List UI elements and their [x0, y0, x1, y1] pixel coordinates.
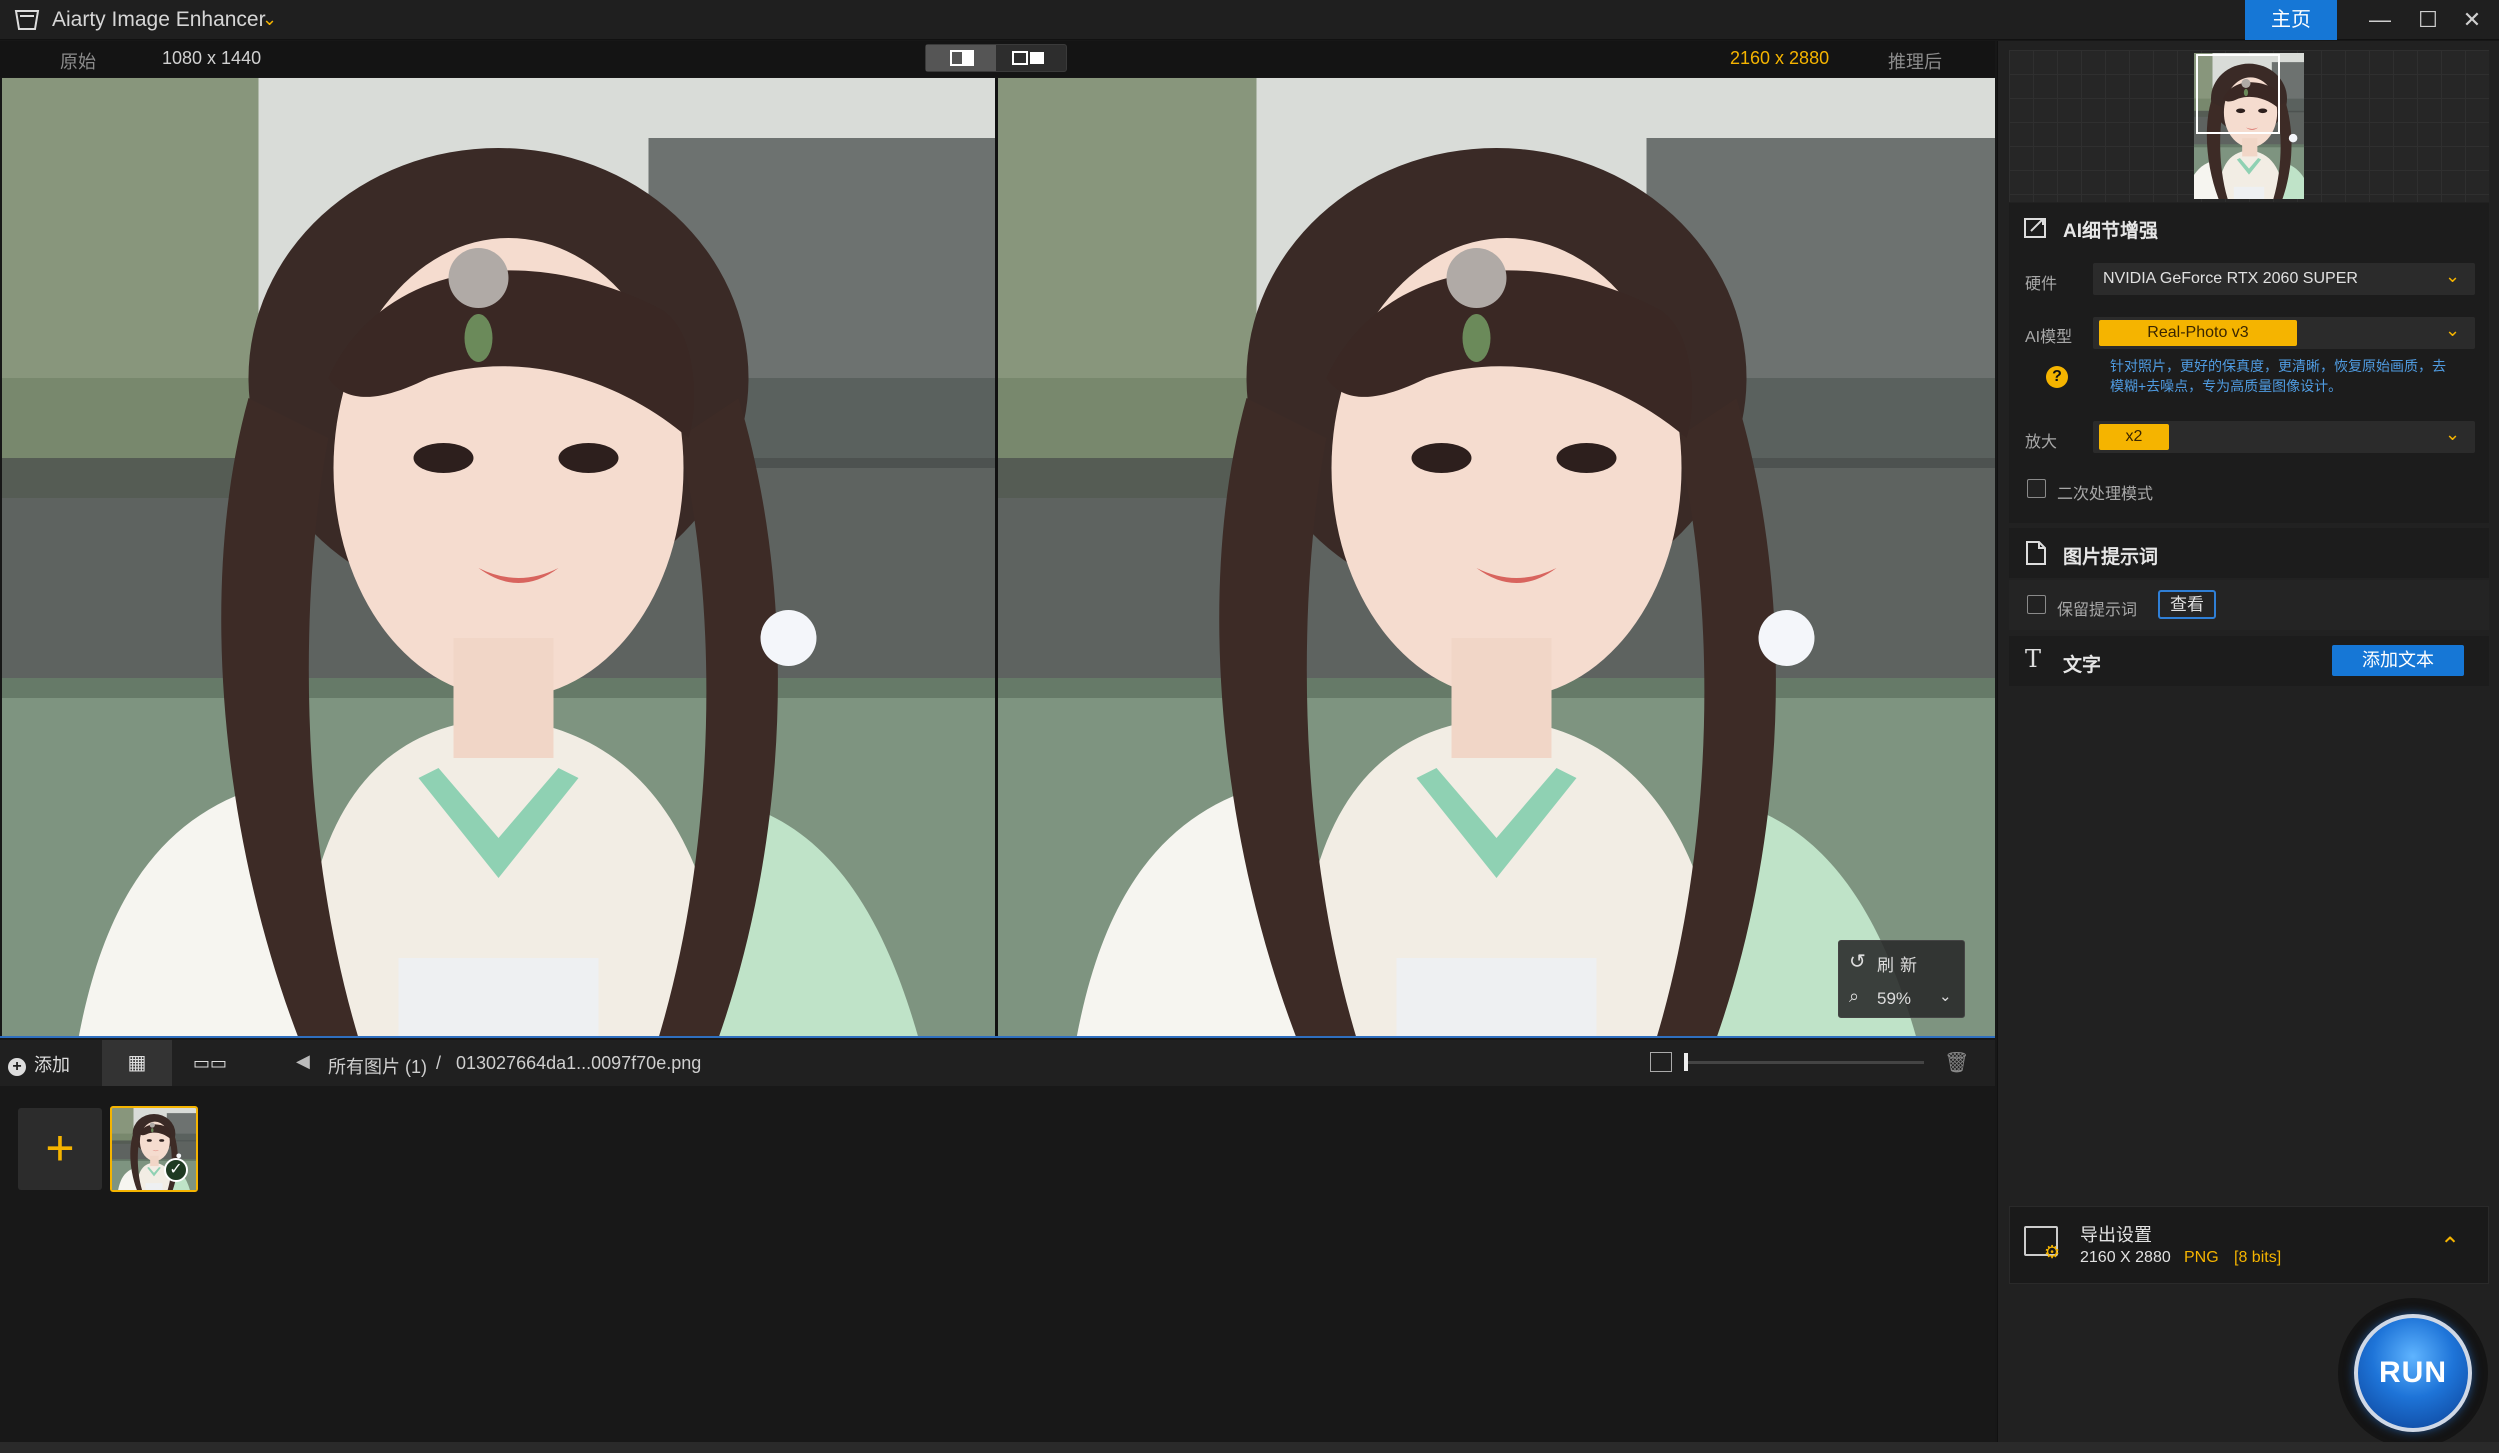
document-icon	[2026, 541, 2046, 565]
chevron-down-icon[interactable]: ⌄	[1939, 987, 1952, 1005]
scale-label: 放大	[2025, 434, 2058, 451]
model-value: Real-Photo v3	[2099, 320, 2297, 346]
thumbnail-size-handle[interactable]	[1684, 1053, 1688, 1071]
breadcrumb-file: 013027664da1...0097f70e.png	[456, 1053, 702, 1073]
original-image[interactable]	[2, 78, 995, 1038]
add-label: 添加	[34, 1055, 70, 1075]
plus-icon: +	[45, 1120, 75, 1176]
keep-prompt-checkbox[interactable]	[2027, 595, 2046, 614]
view-prompt-button[interactable]: 查看	[2158, 590, 2216, 619]
image-thumbnail[interactable]	[110, 1106, 198, 1192]
zoom-control: ↺ 刷新 ⌕ 59% ⌄	[1838, 940, 1965, 1018]
result-label: 推理后	[1888, 52, 1942, 72]
export-title: 导出设置	[2080, 1225, 2152, 1245]
refresh-icon[interactable]: ↺	[1849, 949, 1866, 974]
model-dropdown[interactable]: Real-Photo v3 ⌄	[2093, 317, 2475, 349]
keep-prompt-label: 保留提示词	[2057, 602, 2138, 619]
prompt-section-title: 图片提示词	[2063, 547, 2159, 568]
minimize-button[interactable]: —	[2356, 4, 2404, 36]
breadcrumb-all-images[interactable]: 所有图片 (1)	[328, 1053, 427, 1079]
enhance-icon	[2024, 218, 2046, 238]
title-bar	[0, 0, 2499, 40]
expand-up-icon[interactable]: ⌃	[2440, 1232, 2460, 1261]
help-icon[interactable]: ?	[2046, 366, 2068, 388]
add-button[interactable]: + 添加	[8, 1051, 70, 1077]
thumbnail-size-slider[interactable]	[1684, 1061, 1924, 1064]
text-section-title: 文字	[2063, 655, 2102, 676]
breadcrumb-separator: /	[436, 1053, 442, 1073]
window-bottom-edge	[0, 1442, 2499, 1453]
export-format: PNG	[2184, 1249, 2219, 1266]
result-photo	[998, 78, 1995, 1038]
export-size: 2160 X 2880	[2080, 1249, 2171, 1266]
result-image[interactable]	[998, 78, 1995, 1038]
image-size-icon	[1650, 1052, 1672, 1072]
refresh-button[interactable]: 刷新	[1877, 951, 1923, 976]
single-view-button[interactable]	[926, 45, 996, 71]
check-icon: ✓	[164, 1158, 188, 1182]
app-logo-icon	[14, 10, 40, 30]
app-title: Aiarty Image Enhancer	[52, 8, 266, 31]
split-view-button[interactable]	[996, 45, 1066, 71]
grid-view-icon[interactable]: ▦	[102, 1040, 172, 1086]
back-arrow-icon[interactable]: ◀	[296, 1051, 310, 1072]
add-text-button[interactable]: 添加文本	[2332, 645, 2464, 676]
hardware-value: NVIDIA GeForce RTX 2060 SUPER	[2103, 270, 2358, 287]
result-size: 2160 x 2880	[1730, 48, 1830, 68]
home-button[interactable]: 主页	[2245, 0, 2337, 40]
trash-icon[interactable]: 🗑	[1944, 1050, 1969, 1075]
close-button[interactable]: ✕	[2448, 4, 2496, 36]
prompt-section-row: 保留提示词	[2009, 580, 2489, 630]
view-mode-toggle	[925, 44, 1067, 72]
chevron-down-icon: ⌄	[2445, 266, 2461, 286]
second-pass-label: 二次处理模式	[2057, 486, 2154, 503]
add-image-tile[interactable]: +	[18, 1108, 102, 1190]
original-label: 原始	[60, 52, 96, 72]
chevron-down-icon: ⌄	[2445, 320, 2461, 340]
model-label: AI模型	[2025, 329, 2073, 346]
second-pass-checkbox[interactable]	[2027, 479, 2046, 498]
pane-bottom-border	[0, 1036, 1995, 1038]
split-view-icon	[1012, 51, 1044, 65]
single-view-icon	[950, 50, 974, 66]
thumbnail-area	[0, 1086, 1995, 1442]
maximize-button[interactable]: ☐	[2404, 4, 2452, 36]
zoom-icon: ⌕	[1849, 986, 1860, 1006]
scale-dropdown[interactable]: x2 ⌄	[2093, 421, 2475, 453]
gear-icon: ⚙	[2044, 1242, 2061, 1262]
hardware-dropdown[interactable]: NVIDIA GeForce RTX 2060 SUPER ⌄	[2093, 263, 2475, 295]
strip-view-icon[interactable]: ▭▭	[180, 1040, 240, 1086]
hardware-label: 硬件	[2025, 276, 2058, 293]
text-icon: T	[2025, 645, 2042, 673]
model-description: 针对照片，更好的保真度，更清晰，恢复原始画质，去模糊+去噪点，专为高质量图像设计…	[2110, 358, 2446, 394]
run-button[interactable]: RUN	[2354, 1314, 2472, 1432]
export-bits: [8 bits]	[2234, 1249, 2282, 1266]
chevron-down-icon: ⌄	[2445, 424, 2461, 444]
prompt-section-header: 图片提示词	[2009, 528, 2489, 578]
original-size: 1080 x 1440	[162, 48, 262, 68]
add-icon: +	[8, 1058, 26, 1076]
ai-section-title: AI细节增强	[2063, 221, 2159, 242]
scale-value: x2	[2099, 424, 2169, 450]
original-photo	[2, 78, 995, 1038]
zoom-value[interactable]: 59%	[1877, 989, 1911, 1009]
navigator-viewport[interactable]	[2196, 54, 2280, 134]
chevron-down-icon[interactable]: ⌄	[262, 9, 277, 30]
